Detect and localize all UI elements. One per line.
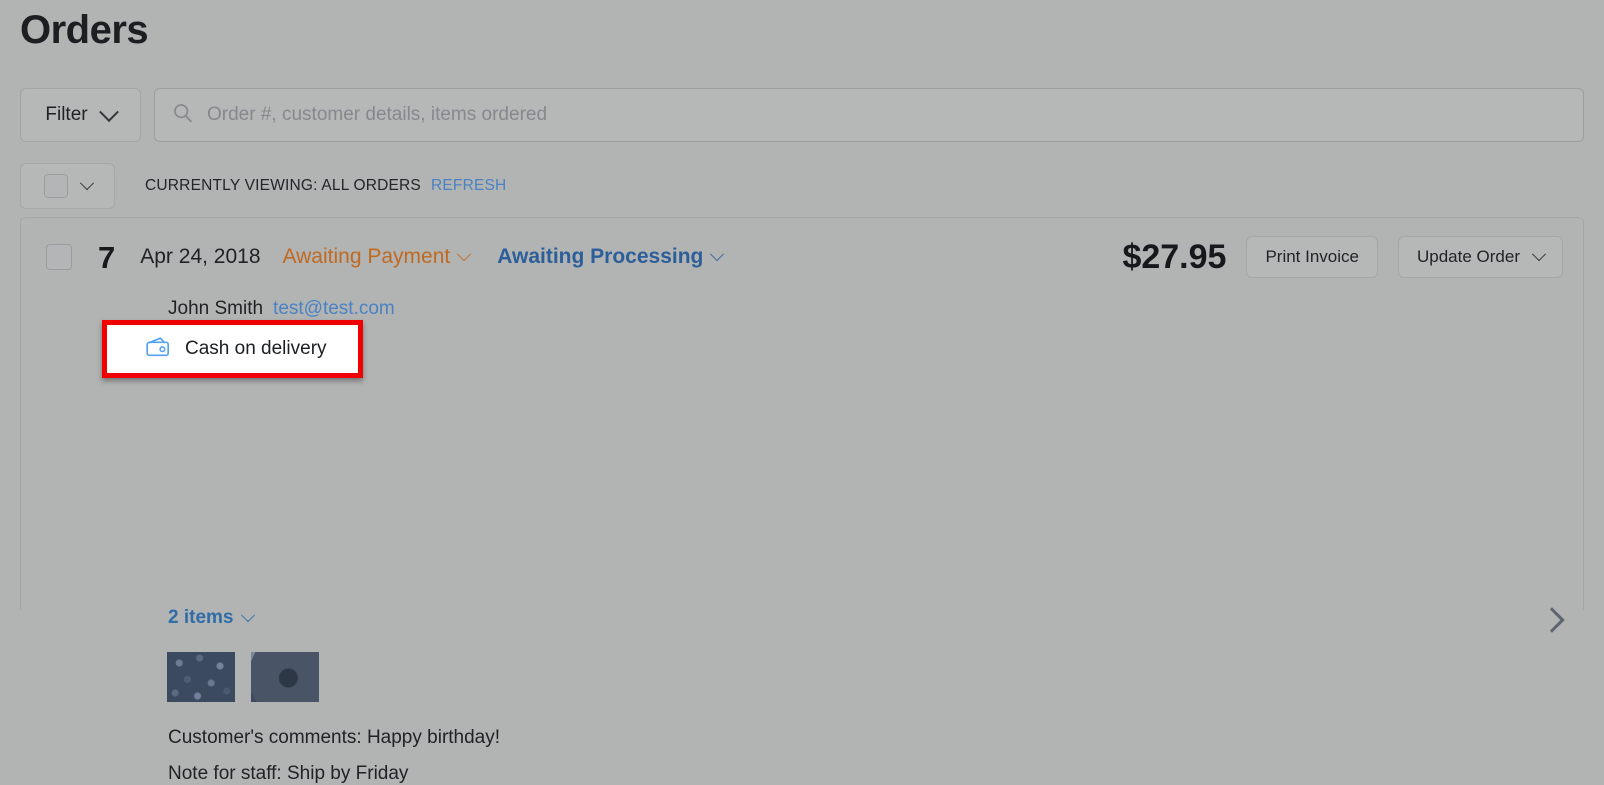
chevron-right-icon: [1539, 607, 1565, 633]
expand-order-button[interactable]: [1539, 607, 1565, 634]
payment-method-label: Cash on delivery: [185, 338, 327, 359]
filter-button-label: Filter: [45, 104, 88, 125]
viewing-bar: CURRENTLY VIEWING: ALL ORDERS REFRESH: [20, 162, 1584, 210]
order-number: 7: [98, 239, 116, 275]
page-title: Orders: [20, 8, 149, 52]
processing-status-label: Awaiting Processing: [497, 245, 704, 268]
search-placeholder-text: Order #, customer details, items ordered: [207, 104, 548, 125]
product-thumbnail-1[interactable]: [167, 652, 235, 702]
filter-button[interactable]: Filter: [20, 88, 141, 142]
order-card: 7 Apr 24, 2018 Awaiting Payment Awaiting…: [20, 217, 1584, 784]
items-toggle-label: 2 items: [168, 607, 234, 628]
order-date: Apr 24, 2018: [140, 245, 261, 268]
print-invoice-label: Print Invoice: [1265, 247, 1359, 266]
currently-viewing-label: CURRENTLY VIEWING: ALL ORDERS: [145, 177, 421, 194]
bulk-select-dropdown[interactable]: [20, 163, 115, 209]
checkbox-unchecked-icon[interactable]: [43, 174, 68, 198]
order-actions: $27.95 Print Invoice Update Order: [1122, 236, 1563, 278]
order-row-checkbox[interactable]: [46, 244, 72, 270]
order-total: $27.95: [1122, 238, 1227, 276]
search-input[interactable]: Order #, customer details, items ordered: [154, 88, 1584, 142]
items-toggle[interactable]: 2 items: [168, 607, 256, 629]
product-thumbnail-2[interactable]: [251, 652, 319, 702]
chevron-down-icon: [457, 247, 472, 262]
update-order-button[interactable]: Update Order: [1398, 236, 1563, 278]
payment-status-label: Awaiting Payment: [282, 245, 451, 268]
refresh-link[interactable]: REFRESH: [431, 177, 506, 195]
chevron-down-icon: [98, 102, 119, 123]
customer-line: John Smith test@test.com: [168, 298, 395, 320]
wallet-icon: [145, 336, 171, 363]
chevron-down-icon: [710, 247, 725, 262]
search-icon: [172, 102, 194, 129]
print-invoice-button[interactable]: Print Invoice: [1246, 236, 1378, 278]
update-order-label: Update Order: [1417, 247, 1520, 266]
chevron-down-icon: [1531, 247, 1547, 262]
payment-method-highlight: Cash on delivery: [102, 320, 363, 378]
customer-name: John Smith: [168, 298, 264, 319]
chevron-down-icon: [241, 608, 256, 623]
order-item-thumbnails: [167, 652, 319, 702]
customer-comments: Customer's comments: Happy birthday!: [168, 727, 501, 748]
orders-toolbar: Filter Order #, customer details, items …: [20, 88, 1584, 142]
processing-status-dropdown[interactable]: Awaiting Processing: [497, 245, 725, 269]
chevron-down-icon: [79, 176, 94, 191]
customer-email-link[interactable]: test@test.com: [273, 298, 395, 320]
payment-status-dropdown[interactable]: Awaiting Payment: [282, 245, 472, 269]
staff-note: Note for staff: Ship by Friday: [168, 763, 409, 784]
